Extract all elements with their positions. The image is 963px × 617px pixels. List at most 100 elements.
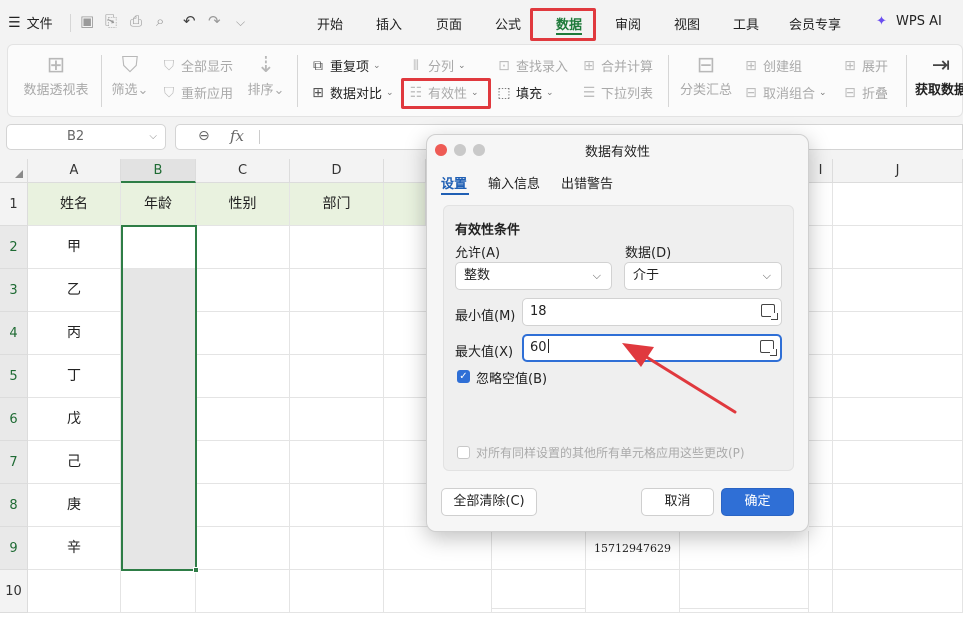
- cell-a5[interactable]: 丁: [28, 355, 121, 398]
- row-header-5[interactable]: 5: [0, 355, 28, 398]
- save-icon[interactable]: ▣: [80, 12, 94, 30]
- column-header-j[interactable]: J: [833, 159, 963, 183]
- cell-a2[interactable]: 甲: [28, 226, 121, 269]
- export-pdf-icon[interactable]: ⎘: [105, 12, 117, 30]
- name-box[interactable]: B2 ⌵: [6, 124, 166, 150]
- row-header-10[interactable]: 10: [0, 570, 28, 613]
- tab-review[interactable]: 审阅: [615, 14, 641, 33]
- column-header-d[interactable]: D: [290, 159, 384, 183]
- tab-start[interactable]: 开始: [317, 14, 343, 33]
- row-header-8[interactable]: 8: [0, 484, 28, 527]
- column-header-a[interactable]: A: [28, 159, 121, 183]
- chevron-down-icon[interactable]: ⌵: [236, 15, 245, 30]
- cell-g9[interactable]: 15712947629: [586, 527, 680, 570]
- column-h-cells[interactable]: [680, 531, 809, 613]
- cell-c1[interactable]: 性别: [196, 183, 290, 226]
- print-preview-icon[interactable]: ⌕: [156, 12, 164, 30]
- cell-a3[interactable]: 乙: [28, 269, 121, 312]
- zoom-icon[interactable]: ⊖: [198, 128, 210, 144]
- fill-handle[interactable]: [193, 567, 199, 573]
- funnel-icon: ⛉: [121, 53, 139, 78]
- pivot-table-button[interactable]: ⊞ 数据透视表: [22, 53, 90, 98]
- column-c-cells[interactable]: [196, 226, 290, 613]
- filter-button[interactable]: ⛉ 筛选⌄: [108, 53, 152, 98]
- lookup-entry-button[interactable]: ⊡ 查找录入: [496, 56, 568, 76]
- allow-select[interactable]: 整数 ⌵: [455, 262, 612, 290]
- row-header-4[interactable]: 4: [0, 312, 28, 355]
- cell-b10[interactable]: [121, 570, 196, 613]
- cell-d1[interactable]: 部门: [290, 183, 384, 226]
- select-all-corner[interactable]: [0, 159, 28, 183]
- tab-insert[interactable]: 插入: [376, 14, 402, 33]
- collapse-button[interactable]: ⊟ 折叠: [842, 83, 888, 103]
- row-header-6[interactable]: 6: [0, 398, 28, 441]
- tab-input-message[interactable]: 输入信息: [488, 173, 540, 192]
- cell-e1[interactable]: [384, 183, 426, 226]
- consolidate-button[interactable]: ⊞ 合并计算: [581, 56, 654, 76]
- range-picker-icon[interactable]: [760, 340, 777, 356]
- clear-all-button[interactable]: 全部清除(C): [441, 488, 537, 516]
- max-value-input[interactable]: 60: [522, 334, 782, 362]
- tab-page[interactable]: 页面: [436, 14, 462, 33]
- dropdown-list-button[interactable]: ☰ 下拉列表: [581, 83, 653, 103]
- duplicates-button[interactable]: ⧉ 重复项 ⌄: [310, 56, 381, 76]
- column-header-b[interactable]: B: [121, 159, 196, 183]
- cell-a6[interactable]: 戊: [28, 398, 121, 441]
- cell-g10[interactable]: [586, 570, 680, 613]
- sort-button[interactable]: ⇣ 排序⌄: [244, 53, 288, 98]
- column-d-cells[interactable]: [290, 226, 384, 613]
- compare-button[interactable]: ⊞ 数据对比 ⌄: [310, 83, 393, 103]
- cancel-button[interactable]: 取消: [641, 488, 714, 516]
- fill-button[interactable]: ⬚ 填充 ⌄: [496, 83, 553, 103]
- show-all-button[interactable]: ⛉ 全部显示: [161, 56, 233, 76]
- chevron-down-icon[interactable]: ⌵: [149, 125, 157, 149]
- row-header-3[interactable]: 3: [0, 269, 28, 312]
- column-header-c[interactable]: C: [196, 159, 290, 183]
- consolidate-label: 合并计算: [601, 60, 654, 75]
- range-picker-icon[interactable]: [761, 304, 778, 320]
- ignore-blank-checkbox[interactable]: ✓: [457, 370, 470, 383]
- row-header-2[interactable]: 2: [0, 226, 28, 269]
- create-group-button[interactable]: ⊞ 创建组: [743, 56, 802, 76]
- get-data-button[interactable]: ⇥ 获取数据: [911, 53, 963, 98]
- ungroup-button[interactable]: ⊟ 取消组合 ⌄: [743, 83, 826, 103]
- file-menu-label: 文件: [26, 17, 53, 32]
- column-j-cells[interactable]: [833, 183, 963, 613]
- reapply-button[interactable]: ⛉ 重新应用: [161, 83, 233, 103]
- cell-b1[interactable]: 年龄: [121, 183, 196, 226]
- split-column-button[interactable]: ⫴ 分列 ⌄: [408, 56, 466, 76]
- data-select[interactable]: 介于 ⌵: [624, 262, 782, 290]
- print-icon[interactable]: ⎙: [130, 12, 142, 30]
- tab-wps-ai[interactable]: WPS AI: [896, 14, 942, 29]
- ok-button[interactable]: 确定: [721, 488, 794, 516]
- column-i-cells[interactable]: [809, 183, 833, 613]
- column-f-cells[interactable]: [492, 531, 586, 613]
- column-header-i[interactable]: I: [809, 159, 833, 183]
- tab-member[interactable]: 会员专享: [789, 14, 841, 33]
- tab-error-alert[interactable]: 出错警告: [561, 173, 613, 192]
- row-header-1[interactable]: 1: [0, 183, 28, 226]
- function-icon[interactable]: fx: [230, 127, 244, 145]
- column-header-e[interactable]: [384, 159, 426, 183]
- subtotal-button[interactable]: ⊟ 分类汇总: [676, 53, 736, 98]
- tab-tools[interactable]: 工具: [733, 14, 759, 33]
- undo-icon[interactable]: ↶: [183, 12, 196, 30]
- expand-button[interactable]: ⊞ 展开: [842, 56, 888, 76]
- apply-all-checkbox[interactable]: [457, 446, 470, 459]
- cell-a7[interactable]: 己: [28, 441, 121, 484]
- cell-a8[interactable]: 庚: [28, 484, 121, 527]
- min-value-input[interactable]: 18: [522, 298, 782, 326]
- cell-a4[interactable]: 丙: [28, 312, 121, 355]
- tab-formula[interactable]: 公式: [495, 14, 521, 33]
- cell-a1[interactable]: 姓名: [28, 183, 121, 226]
- redo-icon[interactable]: ↷: [208, 12, 221, 30]
- row-header-7[interactable]: 7: [0, 441, 28, 484]
- tab-settings[interactable]: 设置: [441, 173, 467, 192]
- row-header-9[interactable]: 9: [0, 527, 28, 570]
- file-menu[interactable]: ☰ 文件: [8, 13, 53, 33]
- subtotal-label: 分类汇总: [679, 83, 732, 98]
- cell-a9[interactable]: 辛: [28, 527, 121, 570]
- tab-view[interactable]: 视图: [674, 14, 700, 33]
- ungroup-icon: ⊟: [745, 84, 757, 101]
- cell-a10[interactable]: [28, 570, 121, 613]
